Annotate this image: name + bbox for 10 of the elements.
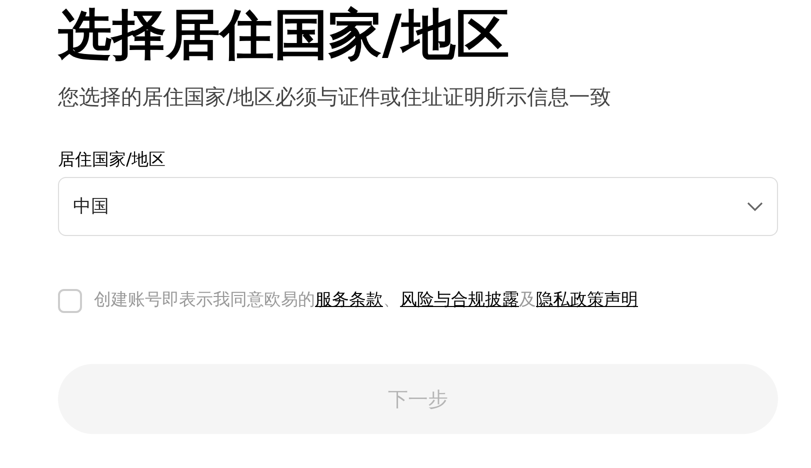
policy-link[interactable]: 隐私政策声明 [536, 290, 638, 310]
policy-link[interactable]: 风险与合规披露 [400, 290, 519, 310]
page-title: 选择居住国家/地区 [58, 8, 510, 62]
field-label: 居住国家/地区 [58, 148, 166, 172]
checkbox[interactable] [58, 288, 82, 313]
agreement-text: 创建账号即表示我同意欧易的服务条款、风险与合规披露及隐私政策声明 [94, 289, 638, 312]
chevron-down-icon [747, 202, 763, 212]
subtitle: 您选择的居住国家/地区必须与证件或住址证明所示信息一致 [58, 84, 612, 111]
policy-link[interactable]: 服务条款 [315, 290, 383, 310]
country-select[interactable]: 中国 [58, 177, 778, 236]
